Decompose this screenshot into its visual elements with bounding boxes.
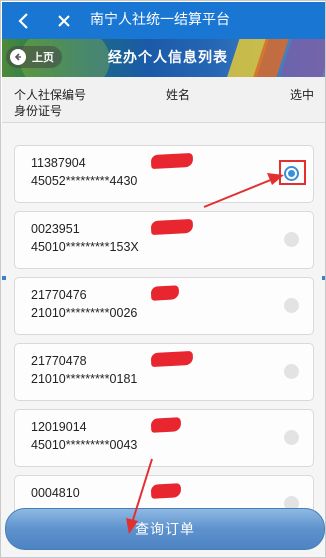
list-item[interactable]: 11387904 45052*********4430: [14, 145, 314, 203]
back-button[interactable]: [6, 2, 42, 39]
select-radio[interactable]: [284, 364, 299, 379]
person-list: 11387904 45052*********4430 0023951 4501…: [1, 123, 325, 557]
redacted-name: [150, 483, 182, 499]
list-item[interactable]: 21770476 21010*********0026: [14, 277, 314, 335]
social-id: 12019014: [31, 420, 87, 434]
list-item[interactable]: 0023951 45010*********153X: [14, 211, 314, 269]
redacted-name: [150, 152, 194, 170]
banner-decoration: [280, 39, 325, 77]
social-id: 21770478: [31, 354, 87, 368]
top-navbar: 南宁人社统一结算平台: [2, 2, 325, 39]
redacted-name: [150, 417, 182, 433]
banner: 上页 经办个人信息列表: [2, 39, 325, 77]
select-radio[interactable]: [284, 298, 299, 313]
social-id: 21770476: [31, 288, 87, 302]
social-id: 0004810: [31, 486, 80, 500]
redacted-name: [150, 285, 180, 301]
app-frame: 南宁人社统一结算平台 上页 经办个人信息列表 个人社保编号 身份证号 姓名 选中…: [0, 0, 326, 558]
page-title: 南宁人社统一结算平台: [90, 12, 230, 28]
banner-title: 经办个人信息列表: [108, 50, 228, 66]
back-arrow-icon: [10, 49, 26, 65]
column-name: 姓名: [166, 88, 191, 102]
column-select: 选中: [290, 88, 315, 102]
frame-handle: [322, 276, 325, 280]
select-radio[interactable]: [284, 232, 299, 247]
id-card-number: 21010*********0181: [31, 372, 138, 386]
close-icon: [58, 14, 70, 27]
prev-page-button[interactable]: 上页: [6, 46, 62, 68]
frame-handle: [2, 276, 6, 280]
list-item[interactable]: 21770478 21010*********0181: [14, 343, 314, 401]
close-button[interactable]: [46, 2, 82, 39]
social-id: 11387904: [31, 156, 86, 170]
id-card-number: 21010*********0026: [31, 306, 138, 320]
column-social-id: 个人社保编号: [14, 88, 87, 102]
social-id: 0023951: [31, 222, 80, 236]
select-radio[interactable]: [284, 430, 299, 445]
redacted-name: [150, 218, 194, 236]
list-item[interactable]: 12019014 45010*********0043: [14, 409, 314, 467]
query-order-button[interactable]: 查询订单: [5, 508, 325, 550]
select-radio[interactable]: [284, 166, 299, 181]
redacted-name: [150, 350, 194, 368]
list-column-header: 个人社保编号 身份证号 姓名 选中: [2, 77, 325, 123]
prev-page-label: 上页: [32, 51, 54, 64]
id-card-number: 45052*********4430: [31, 174, 138, 188]
id-card-number: 45010*********153X: [31, 240, 139, 254]
chevron-left-icon: [18, 12, 28, 29]
id-card-number: 45010*********0043: [31, 438, 138, 452]
column-id-card: 身份证号: [14, 104, 63, 118]
